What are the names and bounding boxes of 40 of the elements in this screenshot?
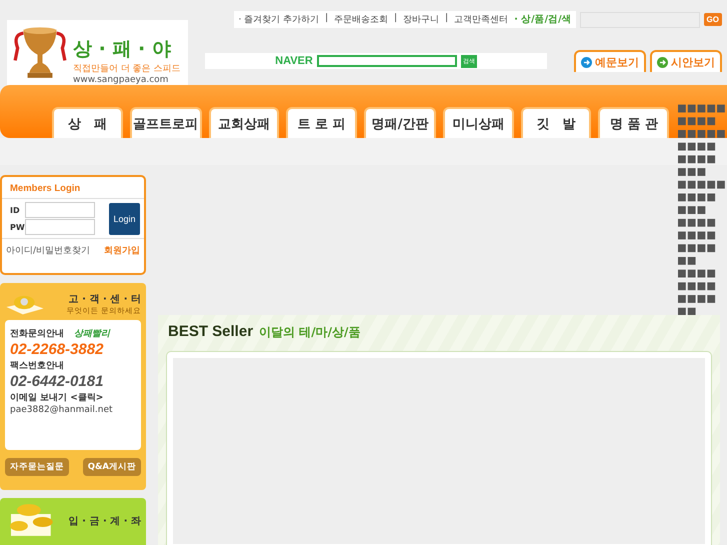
- fax-label: 팩스번호안내: [10, 360, 65, 372]
- fax-number: 02-6442-0181: [10, 373, 104, 390]
- bank-account-title: 입 · 금 · 계 · 좌: [68, 515, 141, 528]
- nav-tab[interactable]: 상 패: [52, 107, 123, 138]
- top-link[interactable]: 고객만족센터: [454, 13, 508, 26]
- top-link[interactable]: 장바구니: [403, 13, 440, 26]
- top-link[interactable]: · 즐겨찾기 추가하기: [238, 13, 320, 26]
- login-button[interactable]: Login: [109, 202, 140, 234]
- nav-tab[interactable]: 미니상패: [443, 107, 514, 138]
- tagline: 상패빨리: [74, 328, 110, 340]
- logo[interactable]: 상 · 패 · 야 직접만들어 더 좋은 스피드 www.sangpaeya.com: [7, 20, 188, 85]
- naver-search-field[interactable]: [316, 55, 457, 67]
- nav-tab[interactable]: 골프트로피: [130, 107, 202, 138]
- top-link[interactable]: 주문배송조회: [334, 13, 388, 26]
- nav-tab[interactable]: 깃 발: [520, 107, 592, 138]
- logo-name: 상 · 패 · 야: [73, 37, 172, 62]
- logo-slogan: 직접만들어 더 좋은 스피드: [73, 63, 181, 75]
- pw-label: PW: [10, 222, 22, 232]
- id-field[interactable]: [25, 202, 95, 218]
- product-search-label: · 상/품/검/색: [514, 13, 572, 26]
- best-seller-title: BEST Seller: [168, 323, 254, 340]
- link-separator: |: [394, 13, 398, 25]
- find-account-link[interactable]: 아이디/비밀번호찾기: [6, 244, 90, 257]
- nav-tab[interactable]: 명 품 관: [598, 107, 670, 138]
- phone-label: 전화문의안내: [10, 328, 64, 340]
- login-title: Members Login: [2, 177, 144, 199]
- email-link[interactable]: 이메일 보내기 <클릭>: [10, 391, 136, 404]
- naver-brand: NAVER: [275, 55, 313, 67]
- link-separator: |: [445, 13, 448, 25]
- email-address: pae3882@hanmail.net: [10, 405, 114, 415]
- nav-tab[interactable]: 교회상패: [208, 107, 280, 138]
- logo-url: www.sangpaeya.com: [73, 75, 170, 85]
- nav-tab[interactable]: 명패/간판: [364, 107, 436, 138]
- customer-center-title: 고 · 객 · 센 · 터: [68, 292, 141, 306]
- id-label: ID: [10, 206, 21, 214]
- phone-number: 02-2268-3882: [10, 341, 104, 358]
- password-field[interactable]: [25, 219, 95, 235]
- link-separator: |: [325, 13, 328, 25]
- nav-tab[interactable]: 트 로 피: [286, 107, 358, 138]
- best-seller-subtitle: 이달의 테/마/상/품: [259, 324, 360, 341]
